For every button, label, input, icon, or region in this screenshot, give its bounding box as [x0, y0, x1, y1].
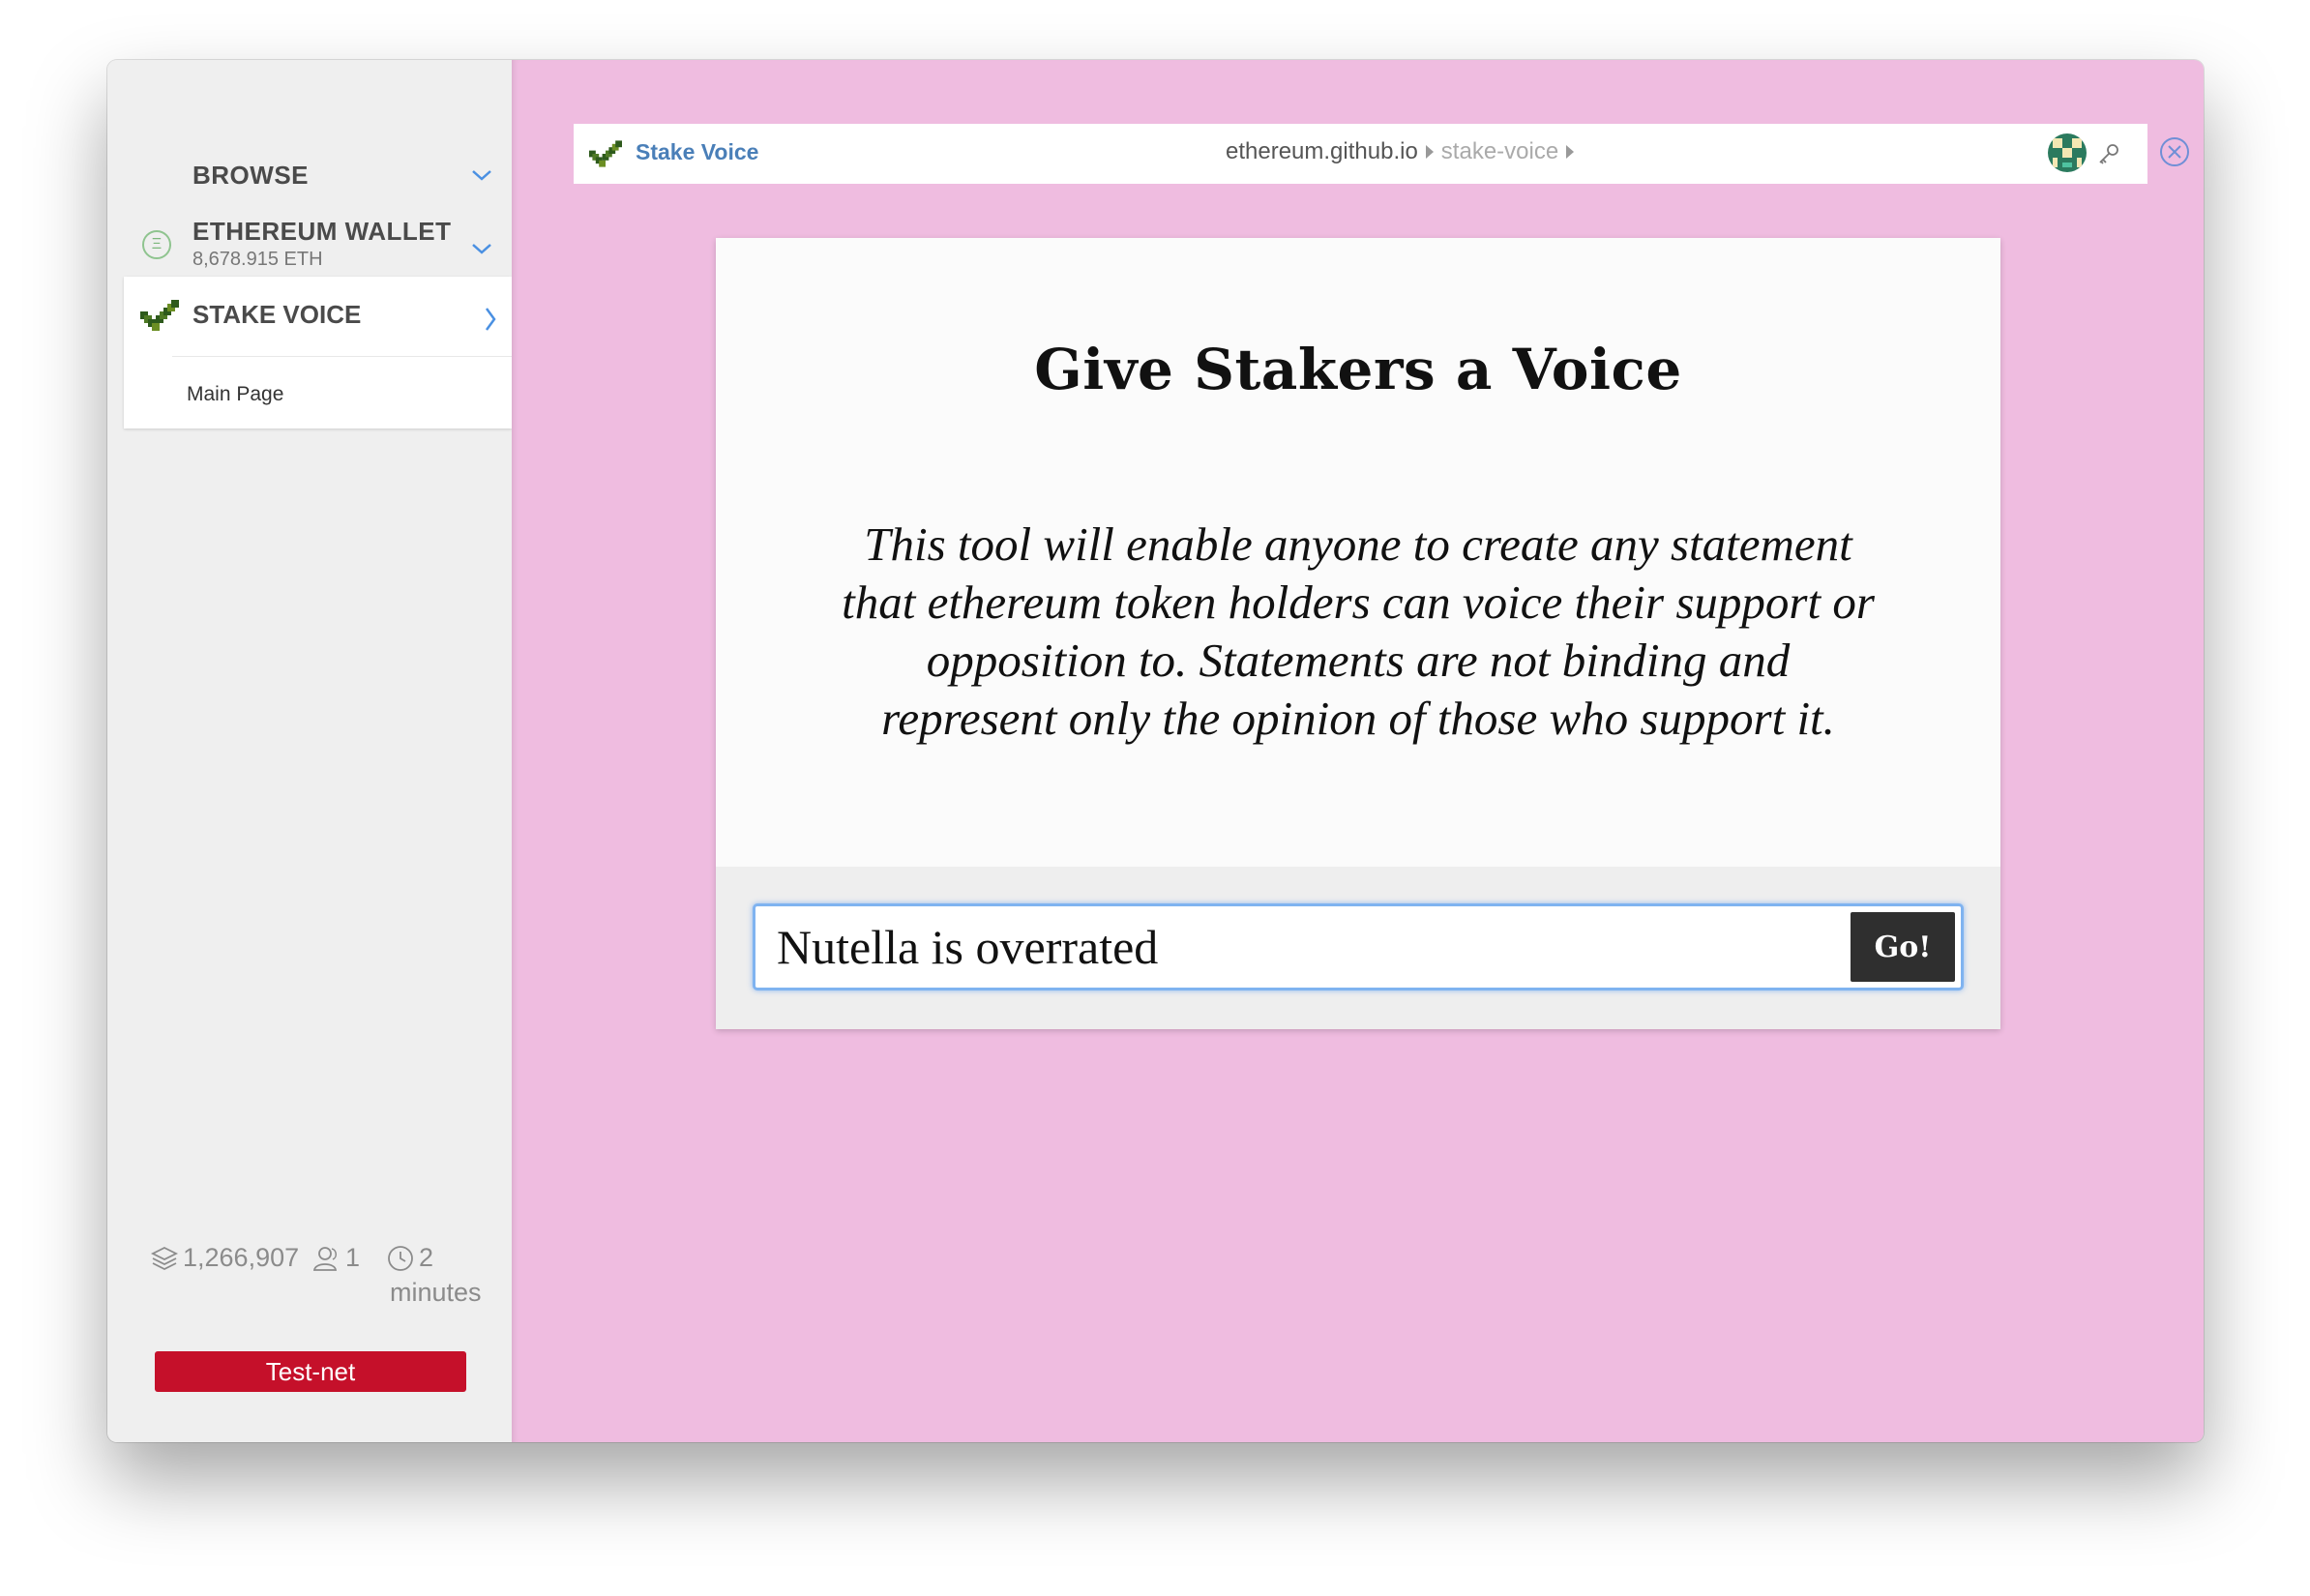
- sidebar-item-stake-voice[interactable]: STAKE VOICE Main Page: [124, 277, 512, 429]
- browse-label: BROWSE: [192, 161, 309, 190]
- peer-count-stat: 1: [312, 1243, 360, 1273]
- chevron-down-icon[interactable]: [471, 164, 492, 186]
- app-window: BROWSE Ξ ETHEREUM WALLET 8,678.915 ETH S…: [107, 60, 2204, 1442]
- page-description: This tool will enable anyone to create a…: [842, 517, 1875, 745]
- address-domain: ethereum.github.io: [1226, 138, 1418, 164]
- stake-voice-logo-icon: [140, 300, 179, 331]
- address-breadcrumb[interactable]: ethereum.github.io stake-voice: [1226, 138, 1575, 165]
- clock-icon: [388, 1245, 413, 1271]
- chevron-right-icon[interactable]: [483, 306, 498, 333]
- statement-input[interactable]: [777, 916, 1835, 978]
- breadcrumb-separator-icon: [1566, 145, 1575, 159]
- network-badge[interactable]: Test-net: [155, 1351, 466, 1392]
- last-block-stat: 2: [386, 1243, 433, 1273]
- layers-icon: [150, 1246, 179, 1270]
- sidebar-item-ethereum-wallet[interactable]: ETHEREUM WALLET 8,678.915 ETH: [192, 217, 452, 271]
- active-app-title: STAKE VOICE: [192, 300, 362, 329]
- network-stats: 1,266,907 1 2 minutes: [150, 1243, 498, 1320]
- last-block-time-value: 2: [419, 1243, 434, 1272]
- close-circle-icon[interactable]: [2158, 135, 2191, 168]
- peer-count: 1: [345, 1243, 361, 1272]
- wallet-balance: 8,678.915 ETH: [192, 249, 323, 270]
- address-path: stake-voice: [1440, 138, 1559, 164]
- go-button[interactable]: Go!: [1851, 912, 1955, 982]
- statement-card: Give Stakers a Voice This tool will enab…: [716, 238, 2000, 1029]
- sidebar-subitem-main-page[interactable]: Main Page: [187, 383, 283, 406]
- statement-form: Go!: [716, 867, 2000, 1029]
- block-count-stat: 1,266,907: [150, 1243, 299, 1273]
- block-count: 1,266,907: [183, 1243, 300, 1272]
- last-block-time-unit: minutes: [390, 1278, 482, 1307]
- key-icon[interactable]: [2096, 141, 2121, 166]
- sidebar-item-browse[interactable]: BROWSE: [192, 161, 309, 191]
- wallet-label: ETHEREUM WALLET: [192, 217, 452, 246]
- statement-input-wrapper: Go!: [753, 903, 1964, 990]
- peers-icon: [312, 1246, 338, 1271]
- page-title: Give Stakers a Voice: [1034, 337, 1682, 402]
- stake-voice-logo-icon: [589, 140, 622, 167]
- main-content: Stake Voice ethereum.github.io stake-voi…: [512, 60, 2204, 1442]
- divider: [172, 356, 512, 357]
- breadcrumb-separator-icon: [1425, 145, 1434, 159]
- chevron-down-icon[interactable]: [471, 238, 492, 259]
- site-name: Stake Voice: [636, 139, 759, 164]
- sidebar: BROWSE Ξ ETHEREUM WALLET 8,678.915 ETH S…: [107, 60, 512, 1442]
- ethereum-icon: Ξ: [142, 230, 171, 259]
- url-bar[interactable]: Stake Voice ethereum.github.io stake-voi…: [574, 124, 2147, 184]
- identicon-icon[interactable]: [2048, 133, 2087, 172]
